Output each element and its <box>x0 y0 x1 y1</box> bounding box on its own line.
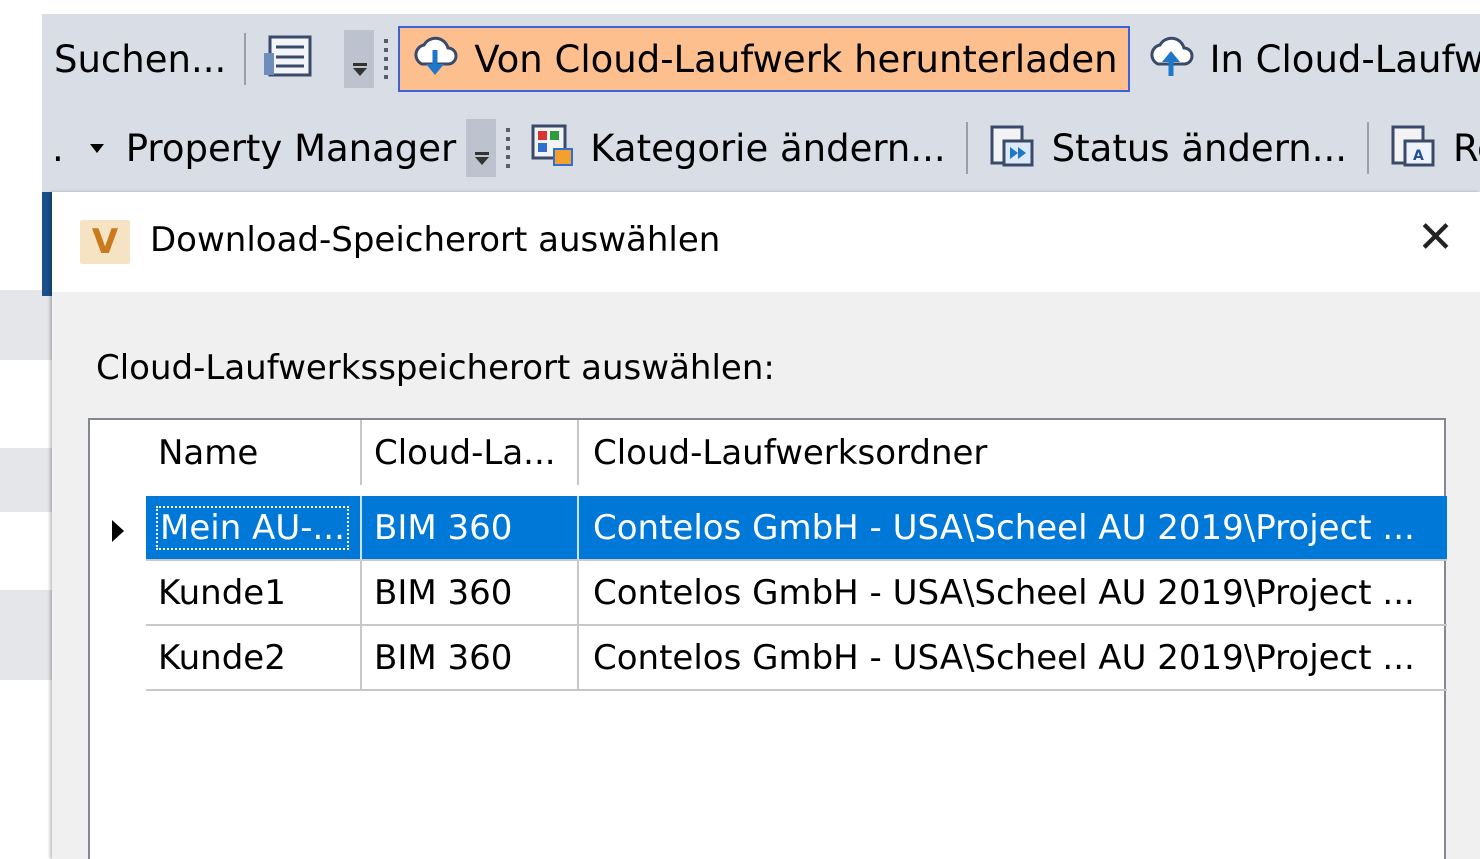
svg-text:A: A <box>1413 148 1424 164</box>
download-label: Von Cloud-Laufwerk herunterladen <box>474 37 1118 81</box>
location-prompt: Cloud-Laufwerksspeicherort auswählen: <box>96 348 775 388</box>
change-category-icon <box>530 123 576 173</box>
cell-name-text: Mein AU-... <box>156 505 349 550</box>
change-category-button[interactable]: Kategorie ändern... <box>520 115 955 181</box>
cell-name[interactable]: Kunde2 <box>146 626 362 691</box>
rename-label: Re <box>1453 126 1480 170</box>
truncated-item: . <box>52 126 64 170</box>
table-row[interactable]: Mein AU-... BIM 360 Contelos GmbH - USA\… <box>146 496 1447 561</box>
cloud-upload-icon <box>1146 34 1196 84</box>
property-manager-label: Property Manager <box>125 126 457 170</box>
column-header-cloud-folder[interactable]: Cloud-Laufwerksordner <box>579 420 1447 485</box>
column-header-name[interactable]: Name <box>146 420 362 485</box>
grid-header-row: Name Cloud-La... Cloud-Laufwerksordner <box>146 420 1447 485</box>
row-pointer-icon <box>112 520 124 542</box>
toolbar-grip[interactable] <box>506 128 511 168</box>
left-background <box>0 0 42 859</box>
dropdown-arrow-icon <box>89 143 104 153</box>
close-icon[interactable]: ✕ <box>1417 212 1454 263</box>
toolbar-grip[interactable] <box>384 39 389 79</box>
vault-logo-icon: V <box>80 220 130 264</box>
background-panel-strip <box>0 590 52 680</box>
toolbar-overflow-button[interactable] <box>344 30 375 88</box>
upload-to-cloud-button[interactable]: In Cloud-Laufwe <box>1130 26 1480 92</box>
cell-cloud-drive[interactable]: BIM 360 <box>362 561 579 626</box>
rename-button[interactable]: A Re <box>1379 115 1480 181</box>
cell-cloud-folder[interactable]: Contelos GmbH - USA\Scheel AU 2019\Proje… <box>579 626 1447 691</box>
toolbar-row-2: . Property Manager Kategorie ändern... S… <box>42 108 1480 188</box>
list-view-button[interactable] <box>254 26 344 92</box>
dialog-titlebar[interactable]: V Download-Speicherort auswählen ✕ <box>52 192 1480 292</box>
change-status-icon <box>988 123 1038 173</box>
property-manager-dropdown[interactable]: Property Manager <box>64 115 467 181</box>
change-status-label: Status ändern... <box>1051 126 1347 170</box>
rename-icon: A <box>1389 123 1439 173</box>
cloud-download-icon <box>410 34 460 84</box>
toolbar-overflow-button[interactable] <box>466 119 497 177</box>
cell-name[interactable]: Mein AU-... <box>146 496 362 561</box>
toolbar-separator <box>965 122 968 174</box>
cloud-drive-grid[interactable]: Name Cloud-La... Cloud-Laufwerksordner M… <box>88 418 1447 859</box>
upload-label: In Cloud-Laufwe <box>1209 37 1480 81</box>
download-location-dialog: V Download-Speicherort auswählen ✕ Cloud… <box>52 192 1480 859</box>
cell-cloud-drive[interactable]: BIM 360 <box>362 626 579 691</box>
table-row[interactable]: Kunde1 BIM 360 Contelos GmbH - USA\Schee… <box>146 561 1447 626</box>
search-button[interactable]: Suchen... <box>42 26 236 92</box>
toolbar-row-1: Suchen... Von Cloud-Laufwerk herunterlad… <box>42 14 1480 104</box>
cell-cloud-folder[interactable]: Contelos GmbH - USA\Scheel AU 2019\Proje… <box>579 496 1447 561</box>
dialog-title: Download-Speicherort auswählen <box>150 220 721 260</box>
search-label: Suchen... <box>54 37 227 81</box>
row-header-column <box>90 420 146 859</box>
background-panel-strip <box>0 290 52 360</box>
background-panel-strip <box>0 448 52 512</box>
download-from-cloud-button[interactable]: Von Cloud-Laufwerk herunterladen <box>398 26 1130 92</box>
table-row[interactable]: Kunde2 BIM 360 Contelos GmbH - USA\Schee… <box>146 626 1447 691</box>
cell-cloud-drive[interactable]: BIM 360 <box>362 496 579 561</box>
toolbar-separator <box>1367 122 1369 174</box>
cell-name[interactable]: Kunde1 <box>146 561 362 626</box>
toolbar-separator <box>244 33 247 85</box>
column-header-cloud-drive[interactable]: Cloud-La... <box>362 420 579 485</box>
list-view-icon <box>264 33 320 85</box>
cell-cloud-folder[interactable]: Contelos GmbH - USA\Scheel AU 2019\Proje… <box>579 561 1447 626</box>
change-status-button[interactable]: Status ändern... <box>978 115 1357 181</box>
change-category-label: Kategorie ändern... <box>590 126 946 170</box>
